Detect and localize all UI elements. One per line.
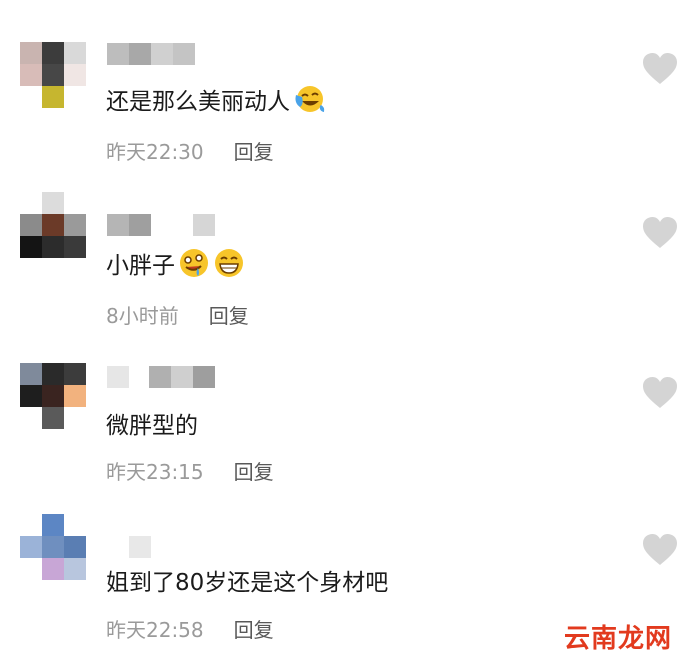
heart-icon[interactable] xyxy=(642,376,678,410)
username-pixelated[interactable] xyxy=(107,214,215,236)
avatar[interactable] xyxy=(20,42,86,108)
comment-meta: 8小时前 回复 xyxy=(106,300,249,329)
comment-meta: 昨天23:15 回复 xyxy=(106,456,274,485)
watermark-logo: 云南龙网 xyxy=(564,624,673,654)
comment-text: 姐到了80岁还是这个身材吧 xyxy=(106,570,389,596)
reply-button[interactable]: 回复 xyxy=(209,300,249,329)
reply-button[interactable]: 回复 xyxy=(234,614,274,643)
comment-time: 昨天22:58 xyxy=(106,618,204,642)
comment-time: 昨天22:30 xyxy=(106,140,204,164)
reply-button[interactable]: 回复 xyxy=(234,136,274,165)
heart-icon[interactable] xyxy=(642,533,678,567)
grin-emoji xyxy=(215,249,243,277)
comment-meta: 昨天22:58 回复 xyxy=(106,614,274,643)
drooling-emoji xyxy=(180,249,208,277)
heart-icon[interactable] xyxy=(642,52,678,86)
comment-meta: 昨天22:30 回复 xyxy=(106,136,274,165)
comment-text: 微胖型的 xyxy=(106,413,198,439)
username-pixelated[interactable] xyxy=(107,366,215,388)
comment-time: 昨天23:15 xyxy=(106,460,204,484)
laugh-cry-emoji xyxy=(295,86,325,112)
avatar[interactable] xyxy=(20,192,86,258)
reply-button[interactable]: 回复 xyxy=(234,456,274,485)
comment-text: 还是那么美丽动人 xyxy=(106,82,325,116)
comment-time: 8小时前 xyxy=(106,304,179,328)
comment-text: 小胖子 xyxy=(106,246,245,280)
username-pixelated[interactable] xyxy=(107,43,195,65)
avatar[interactable] xyxy=(20,363,86,429)
avatar[interactable] xyxy=(20,514,86,580)
heart-icon[interactable] xyxy=(642,216,678,250)
username-pixelated[interactable] xyxy=(107,536,151,558)
